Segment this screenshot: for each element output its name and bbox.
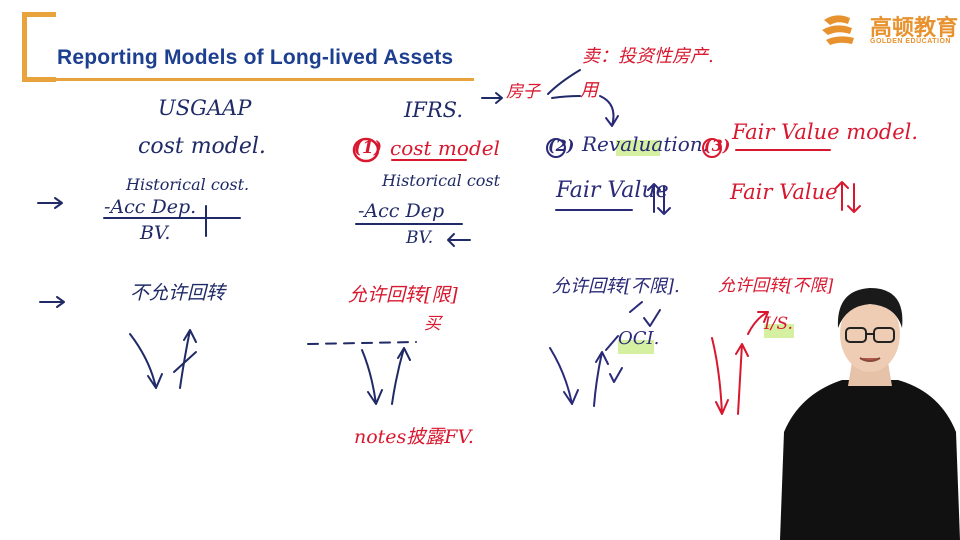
house-sell-note: 卖：投资性房产. [582, 46, 714, 67]
ifrs-notes-fv: notes披露FV. [354, 426, 474, 448]
ifrs-historical-cost: Historical cost [382, 171, 501, 190]
ifrs-bv-arrow [447, 233, 471, 247]
use-to-reval-arrow [599, 95, 619, 127]
usgaap-historical-cost: Historical cost. [126, 175, 250, 194]
usgaap-up-arrow [179, 329, 197, 389]
title-bracket [22, 12, 56, 82]
ifrs-number-one: (1) [354, 138, 382, 158]
revaluation-label: Revaluation. [582, 132, 710, 156]
margin-arrow-1 [37, 197, 63, 209]
house-arrow [481, 92, 503, 104]
ifrs-cost-model: cost model [390, 136, 500, 160]
usgaap-acc-dep: -Acc Dep. [104, 196, 197, 218]
fv-up-down [835, 181, 861, 213]
reval-down-arrow [549, 347, 579, 405]
house-use-note: 用 [580, 80, 598, 101]
presenter-video [780, 288, 960, 540]
slide-title: Reporting Models of Long-lived Assets [57, 46, 454, 69]
fv-up-arrow [735, 343, 749, 415]
revaluation-fair-value: Fair Value [556, 178, 669, 203]
usgaap-model: cost model. [138, 134, 266, 159]
revaluation-reversal: 允许回转[不限]. [552, 276, 680, 297]
ifrs-down-arrow [361, 349, 383, 405]
ifrs-acc-dep: -Acc Dep [358, 200, 445, 222]
ifrs-up-arrow [391, 347, 411, 405]
fair-value-model: Fair Value model. [732, 120, 919, 144]
ifrs-buy-mark: 买 [424, 314, 441, 334]
title-underline [50, 78, 474, 81]
margin-arrow-2 [39, 296, 65, 308]
logo-name-en: GOLDEN EDUCATION [870, 38, 951, 45]
usgaap-down-arrow [129, 333, 163, 389]
ifrs-reversal: 允许回转[限] [348, 284, 458, 306]
oci-label: OCI. [618, 328, 660, 349]
usgaap-heading: USGAAP [158, 96, 252, 120]
presenter-body [780, 380, 960, 540]
number-two: (2) [548, 136, 575, 155]
usgaap-bv: BV. [140, 222, 171, 244]
number-three: (3) [704, 136, 731, 155]
house-branch [547, 69, 581, 99]
house-label: 房子 [506, 82, 540, 102]
ifrs-dashed-line [307, 341, 417, 345]
fv-down-arrow [711, 337, 729, 415]
ifrs-heading: IFRS. [404, 98, 463, 122]
usgaap-reversal: 不允许回转 [130, 282, 226, 304]
ifrs-bv: BV. [406, 228, 434, 248]
fair-value-label: Fair Value [730, 180, 838, 204]
usgaap-cross [173, 351, 197, 373]
reval-up-arrow [593, 351, 609, 407]
presenter-mouth [859, 357, 881, 362]
